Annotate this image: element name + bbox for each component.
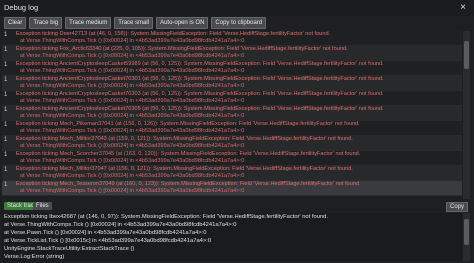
detail-line: at Verse.ThingWithComps.Tick () [0x00024…: [4, 222, 237, 228]
detail-line: Verse.Log:Error (string): [4, 254, 65, 260]
log-row-count: 1: [4, 47, 8, 53]
trace-big-button[interactable]: Trace big: [29, 17, 63, 29]
log-row-trace: at Verse.ThingWithComps.Tick () [0x00024…: [20, 38, 245, 44]
log-row-count: 1: [4, 62, 8, 68]
log-row-count: 1: [4, 122, 8, 128]
log-row-text: Exception ticking Mech_Scorcher37045 (at…: [16, 151, 460, 165]
log-row-message: Exception ticking Mech_Pikeman37041 (at …: [16, 121, 360, 127]
copy-to-clipboard-button[interactable]: Copy to clipboard: [211, 17, 267, 29]
log-row[interactable]: 1 Exception ticking Mech_Pikeman37041 (a…: [2, 121, 462, 136]
log-row[interactable]: 1 Exception ticking AncientCryptosleepCa…: [2, 61, 462, 76]
log-row-count: 1: [4, 77, 8, 83]
log-row-trace: at Verse.ThingWithComps.Tick () [0x00024…: [20, 188, 245, 194]
log-row-text: Exception ticking Mech_Pikeman37041 (at …: [16, 121, 460, 135]
log-row[interactable]: 1 Exception ticking Mech_Militor37047 (a…: [2, 166, 462, 181]
log-row-message: Exception ticking Mech_Militor37047 (at …: [16, 166, 353, 172]
log-row-message: Exception ticking AncientCryptosleepCask…: [16, 91, 384, 97]
log-row-message: Exception ticking AncientCryptosleepCask…: [16, 106, 384, 112]
debug-log-window: Debug log × Clear Trace big Trace medium…: [0, 0, 474, 263]
log-list: 1 Exception ticking Deer42713 (at (46, 0…: [2, 31, 462, 199]
log-row-message: Exception ticking Mech_Militor37043 (at …: [16, 136, 353, 142]
stack-trace-detail: Exception ticking Ibex42687 (at (146, 0,…: [2, 213, 462, 261]
close-icon[interactable]: ×: [458, 3, 468, 13]
log-row-trace: at Verse.ThingWithComps.Tick () [0x00024…: [20, 173, 245, 179]
log-row-text: Exception ticking AncientCryptosleepCask…: [16, 76, 460, 90]
log-row[interactable]: 1 Exception ticking AncientCryptosleepCa…: [2, 106, 462, 121]
log-row[interactable]: 1 Exception ticking AncientCryptosleepCa…: [2, 91, 462, 106]
window-titlebar: Debug log ×: [0, 0, 474, 16]
log-row-trace: at Verse.ThingWithComps.Tick () [0x00024…: [20, 128, 245, 134]
log-row-text: Exception ticking AncientCryptosleepCask…: [16, 106, 460, 120]
log-row[interactable]: 1 Exception ticking AncientCryptosleepCa…: [2, 76, 462, 91]
log-row-trace: at Verse.ThingWithComps.Tick () [0x00024…: [20, 98, 245, 104]
log-row-count: 1: [4, 92, 8, 98]
log-row-count: 1: [4, 32, 8, 38]
log-row-count: 1: [4, 107, 8, 113]
clear-button[interactable]: Clear: [4, 17, 27, 29]
log-row[interactable]: 1 Exception ticking Mech_Scorcher37045 (…: [2, 151, 462, 166]
log-row-message: Exception ticking Fox_Arctic63340 (at (2…: [16, 46, 348, 52]
log-list-scrollbar[interactable]: [463, 31, 470, 199]
toolbar: Clear Trace big Trace medium Trace small…: [4, 17, 267, 29]
detail-line: at Verse.TickList.Tick () [0x0015c] in <…: [4, 238, 212, 244]
scrollbar-thumb[interactable]: [464, 41, 469, 69]
log-row-text: Exception ticking Mech_Tesseron37049 (at…: [16, 181, 460, 195]
window-title: Debug log: [4, 3, 39, 12]
detail-scrollbar[interactable]: [463, 213, 470, 261]
log-row[interactable]: 1 Exception ticking Fox_Arctic63340 (at …: [2, 46, 462, 61]
log-row-trace: at Verse.ThingWithComps.Tick () [0x00024…: [20, 143, 245, 149]
scrollbar-thumb[interactable]: [464, 219, 469, 245]
copy-button[interactable]: Copy: [445, 202, 468, 212]
detail-line: at Verse.Pawn.Tick () [0x00024] in <4b53…: [4, 230, 207, 236]
log-row[interactable]: 1 Exception ticking Deer42713 (at (46, 0…: [2, 31, 462, 46]
log-row-trace: at Verse.ThingWithComps.Tick () [0x00024…: [20, 158, 245, 164]
log-row-message: Exception ticking AncientCryptosleepCask…: [16, 61, 384, 67]
detail-line: UnityEngine.StackTraceUtility:ExtractSta…: [4, 246, 135, 252]
detail-line: Exception ticking Ibex42687 (at (146, 0,…: [4, 214, 328, 220]
log-row-text: Exception ticking AncientCryptosleepCask…: [16, 61, 460, 75]
log-row-selected[interactable]: 1 Exception ticking Mech_Tesseron37049 (…: [2, 181, 462, 196]
auto-open-toggle-button[interactable]: Auto-open is ON: [156, 17, 209, 29]
log-row-text: Exception ticking Deer42713 (at (46, 0, …: [16, 31, 460, 45]
trace-small-button[interactable]: Trace small: [114, 17, 154, 29]
log-row-message: Exception ticking Mech_Tesseron37049 (at…: [16, 181, 361, 187]
log-row-count: 1: [4, 182, 8, 188]
log-row-count: 1: [4, 152, 8, 158]
log-row[interactable]: 1 Exception ticking Mech_Militor37043 (a…: [2, 136, 462, 151]
log-row-message: Exception ticking Mech_Scorcher37045 (at…: [16, 151, 361, 157]
files-tab[interactable]: Files: [33, 202, 52, 210]
log-row-text: Exception ticking Mech_Militor37043 (at …: [16, 136, 460, 150]
log-row-trace: at Verse.ThingWithComps.Tick () [0x00024…: [20, 53, 245, 59]
log-row-text: Exception ticking AncientCryptosleepCask…: [16, 91, 460, 105]
log-row-count: 1: [4, 137, 8, 143]
trace-medium-button[interactable]: Trace medium: [65, 17, 112, 29]
log-row-text: Exception ticking Fox_Arctic63340 (at (2…: [16, 46, 460, 60]
log-row-trace: at Verse.ThingWithComps.Tick () [0x00024…: [20, 83, 245, 89]
log-row-message: Exception ticking Deer42713 (at (46, 0, …: [16, 31, 331, 37]
log-row-trace: at Verse.ThingWithComps.Tick () [0x00024…: [20, 68, 245, 74]
log-row-count: 1: [4, 167, 8, 173]
detail-toolbar: Stack trace Files Copy: [2, 200, 472, 212]
log-row-message: Exception ticking AncientCryptosleepCask…: [16, 76, 384, 82]
log-row-trace: at Verse.ThingWithComps.Tick () [0x00024…: [20, 113, 245, 119]
log-row-text: Exception ticking Mech_Militor37047 (at …: [16, 166, 460, 180]
